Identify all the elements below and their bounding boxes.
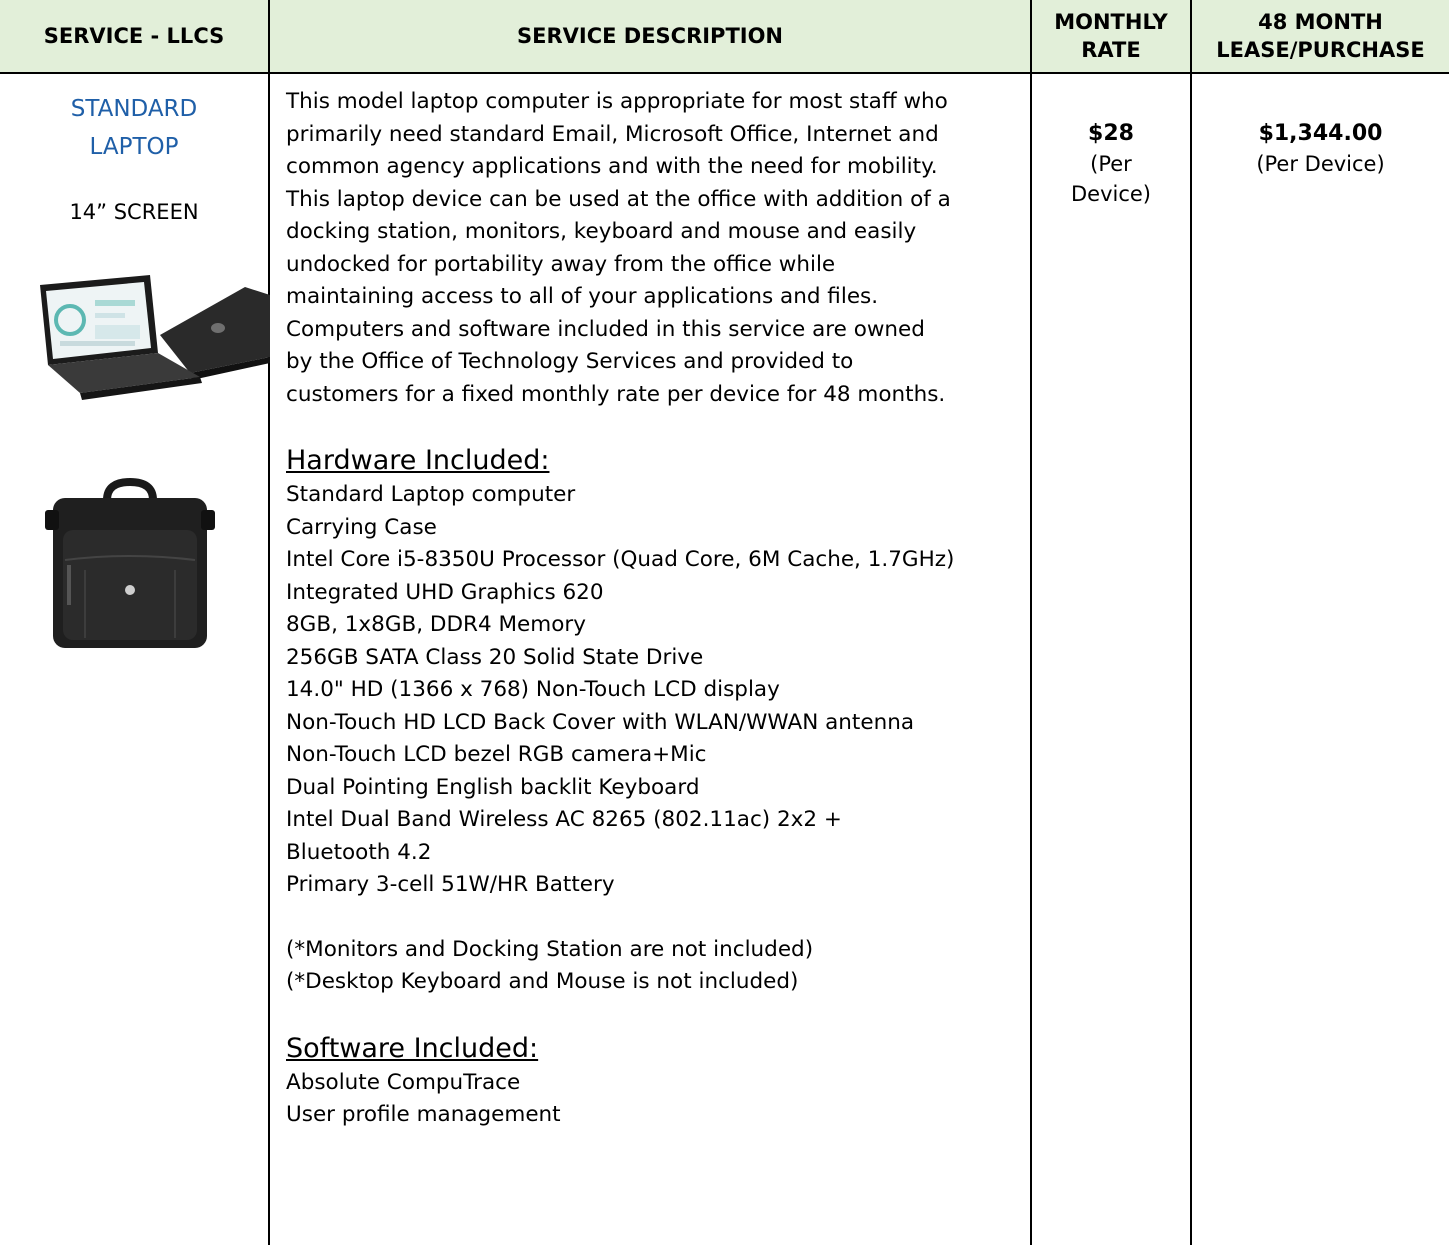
description-line: customers for a fixed monthly rate per d…: [286, 381, 946, 407]
hardware-item: 8GB, 1x8GB, DDR4 Memory: [286, 612, 586, 637]
service-name-line2: LAPTOP: [89, 134, 179, 160]
header-lease-purchase: 48 MONTH LEASE/PURCHASE: [1192, 0, 1449, 74]
header-service: SERVICE - LLCS: [0, 0, 268, 74]
monthly-rate-unit-line1: (Per: [1090, 152, 1132, 176]
monthly-rate: $28 (Per Device): [1032, 118, 1190, 209]
software-item: User profile management: [286, 1102, 561, 1127]
laptop-image: [40, 275, 270, 400]
hardware-item: Standard Laptop computer: [286, 482, 576, 507]
hardware-item: 14.0" HD (1366 x 768) Non-Touch LCD disp…: [286, 677, 780, 702]
header-monthly-rate-line1: MONTHLY: [1054, 10, 1168, 34]
header-monthly-rate: MONTHLY RATE: [1032, 0, 1190, 74]
service-name: STANDARD LAPTOP: [0, 90, 268, 166]
hardware-item: Non-Touch HD LCD Back Cover with WLAN/WW…: [286, 709, 915, 735]
hardware-heading: Hardware Included:: [286, 445, 550, 476]
description-line: by the Office of Technology Services and…: [286, 349, 854, 374]
service-name-line1: STANDARD: [70, 96, 198, 122]
header-lease-line1: 48 MONTH: [1258, 10, 1383, 34]
column-divider: [1190, 0, 1192, 1245]
description-line: This model laptop computer is appropriat…: [286, 89, 948, 114]
description-line: docking station, monitors, keyboard and …: [286, 219, 917, 244]
software-heading: Software Included:: [286, 1032, 539, 1064]
hardware-item: Integrated UHD Graphics 620: [286, 579, 604, 605]
software-item: Absolute CompuTrace: [286, 1069, 521, 1095]
header-description: SERVICE DESCRIPTION: [270, 0, 1030, 74]
column-divider: [268, 0, 270, 1245]
hardware-item: Intel Dual Band Wireless AC 8265 (802.11…: [286, 807, 842, 832]
hardware-note: (*Monitors and Docking Station are not i…: [286, 936, 814, 962]
hardware-item: Intel Core i5-8350U Processor (Quad Core…: [286, 547, 955, 572]
description-line: Computers and software included in this …: [286, 316, 925, 342]
description-line: common agency applications and with the …: [286, 154, 938, 179]
service-table: SERVICE - LLCS SERVICE DESCRIPTION MONTH…: [0, 0, 1449, 1245]
hardware-item: Carrying Case: [286, 514, 437, 540]
lease-amount: $1,344.00: [1258, 121, 1383, 146]
hardware-item: Primary 3-cell 51W/HR Battery: [286, 872, 615, 897]
description-line: maintaining access to all of your applic…: [286, 284, 879, 309]
description-line: This laptop device can be used at the of…: [286, 186, 951, 212]
header-lease-line2: LEASE/PURCHASE: [1216, 38, 1425, 62]
header-description-label: SERVICE DESCRIPTION: [516, 24, 784, 48]
description-line: primarily need standard Email, Microsoft…: [286, 121, 939, 147]
hardware-item: Bluetooth 4.2: [286, 839, 432, 865]
header-service-label: SERVICE - LLCS: [43, 24, 225, 48]
description-line: undocked for portability away from the o…: [286, 251, 836, 277]
lease-purchase-price: $1,344.00 (Per Device): [1192, 118, 1449, 179]
monthly-rate-unit-line2: Device): [1070, 182, 1151, 206]
hardware-item: Dual Pointing English backlit Keyboard: [286, 774, 700, 800]
service-screen-size: 14” SCREEN: [69, 200, 199, 224]
monthly-rate-amount: $28: [1088, 121, 1134, 146]
lease-unit: (Per Device): [1256, 152, 1385, 176]
carrying-case-image: [45, 477, 215, 648]
header-monthly-rate-line2: RATE: [1081, 38, 1141, 62]
hardware-item: 256GB SATA Class 20 Solid State Drive: [286, 644, 704, 670]
hardware-item: Non-Touch LCD bezel RGB camera+Mic: [286, 742, 707, 767]
hardware-note: (*Desktop Keyboard and Mouse is not incl…: [286, 969, 799, 994]
service-description: This model laptop computer is appropriat…: [286, 86, 1026, 1132]
